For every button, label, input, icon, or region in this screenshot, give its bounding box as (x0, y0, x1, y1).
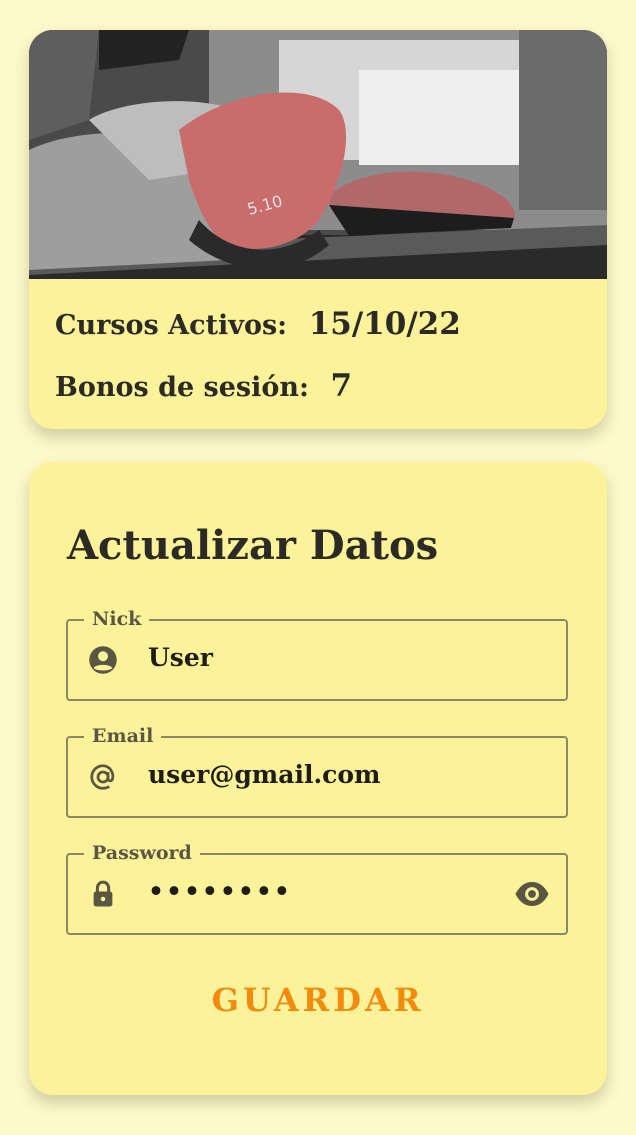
form-title: Actualizar Datos (67, 522, 439, 569)
email-field-label: Email (84, 725, 162, 747)
active-courses-value: 15/10/22 (308, 306, 461, 342)
session-bonuses-row: Bonos de sesión: 7 (55, 368, 352, 404)
nick-input[interactable]: User (148, 643, 213, 672)
profile-card: 5.10 Cursos Activos: 15/10/22 Bonos de s… (29, 30, 607, 429)
account-circle-icon (88, 645, 118, 675)
password-field[interactable]: Password •••••••• (66, 842, 568, 935)
nick-field[interactable]: Nick User (66, 608, 568, 701)
update-data-form: Actualizar Datos Nick User Email user@gm… (29, 462, 607, 1095)
save-button[interactable]: GUARDAR (29, 980, 607, 1020)
nick-field-label: Nick (84, 608, 150, 630)
session-bonuses-value: 7 (330, 368, 353, 404)
active-courses-row: Cursos Activos: 15/10/22 (55, 306, 461, 342)
eye-icon[interactable] (514, 879, 550, 909)
session-bonuses-label: Bonos de sesión: (55, 372, 309, 403)
lock-icon (88, 879, 118, 909)
climbing-shoes-photo: 5.10 (29, 30, 607, 279)
email-input[interactable]: user@gmail.com (148, 760, 381, 789)
email-field[interactable]: Email user@gmail.com (66, 725, 568, 818)
password-field-label: Password (84, 842, 200, 864)
active-courses-label: Cursos Activos: (55, 310, 288, 341)
password-input[interactable]: •••••••• (148, 877, 292, 906)
at-sign-icon (88, 762, 118, 792)
